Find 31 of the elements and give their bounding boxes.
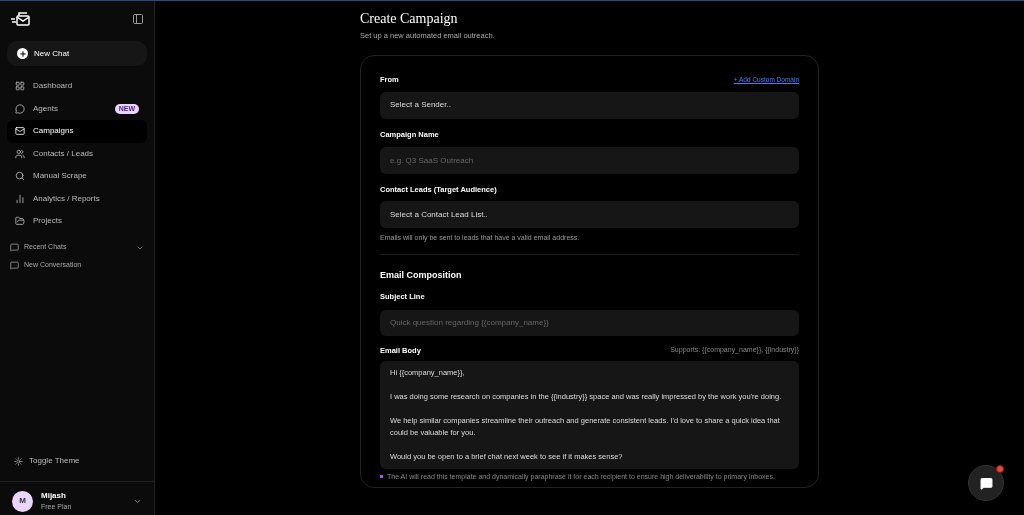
nav-item[interactable]: Campaigns — [7, 120, 147, 143]
nav-item[interactable]: Contacts / Leads — [7, 142, 147, 165]
sidebar-toggle-icon[interactable] — [132, 13, 144, 25]
nav-item[interactable]: Manual Scrape — [7, 165, 147, 188]
new-chat-button[interactable]: New Chat — [7, 41, 147, 66]
chat-bubble-icon — [15, 103, 25, 114]
nav-item[interactable]: Analytics / Reports — [7, 187, 147, 210]
user-avatar: M — [12, 490, 33, 512]
section-title: Email Composition — [380, 268, 463, 282]
chat-icon — [10, 261, 19, 270]
user-name: Mijash — [41, 490, 67, 501]
search-icon — [15, 171, 25, 182]
bar-chart-icon — [15, 193, 25, 204]
select-field[interactable]: Select a Contact Lead List.. — [380, 201, 799, 228]
chat-button[interactable] — [968, 465, 1004, 501]
chat-icon — [10, 243, 19, 252]
input-field[interactable]: e.g. Q3 SaaS Outreach — [380, 146, 799, 174]
page-title: Create Campaign — [360, 10, 459, 28]
select-field[interactable]: Select a Sender.. — [380, 91, 799, 119]
users-icon — [15, 148, 25, 159]
logo-icon — [10, 11, 30, 27]
mail-icon — [15, 126, 25, 137]
nav-item[interactable]: Dashboard — [7, 75, 147, 98]
dashboard-icon — [15, 81, 25, 92]
nav-item[interactable]: Projects — [7, 210, 147, 233]
subject-input-field[interactable]: Quick question regarding {{company_name}} — [380, 309, 799, 336]
toggle-theme-button[interactable]: Toggle Theme — [14, 455, 140, 467]
chat-icon — [979, 476, 993, 490]
sun-icon — [14, 456, 23, 466]
bullet-icon — [380, 475, 383, 478]
folder-icon — [15, 216, 25, 227]
